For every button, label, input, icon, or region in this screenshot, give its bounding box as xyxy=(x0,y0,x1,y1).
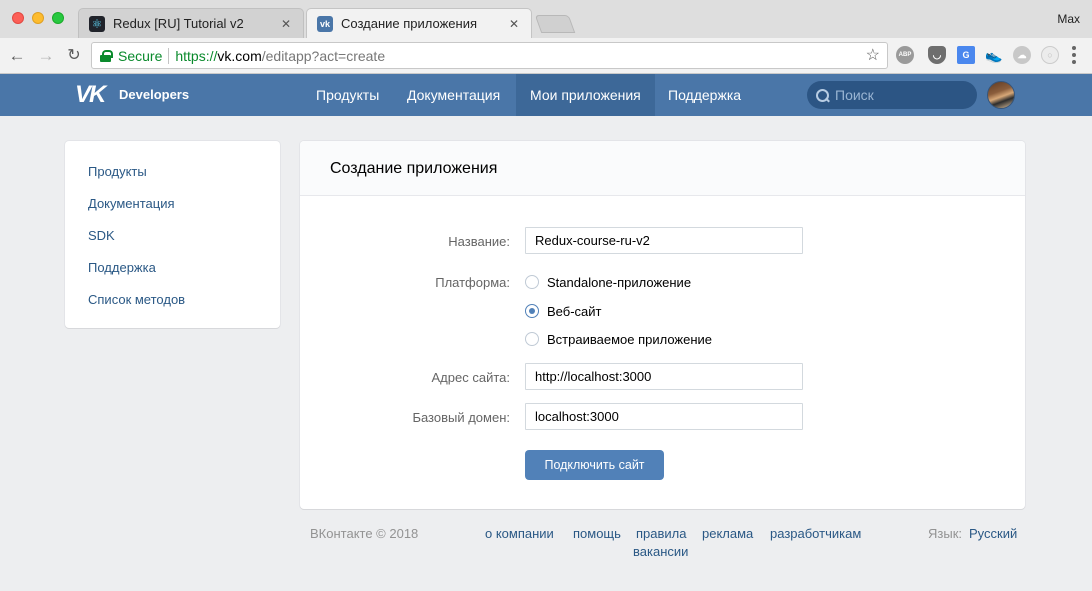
cloud-extension-icon[interactable]: ☁ xyxy=(1013,46,1031,64)
name-label: Название: xyxy=(448,234,510,249)
new-tab-button[interactable] xyxy=(534,15,576,33)
vk-favicon-icon: vk xyxy=(317,15,333,32)
sidebar-menu: Продукты Документация SDK Поддержка Спис… xyxy=(65,141,280,328)
language-label: Язык: xyxy=(928,526,962,541)
radio-button[interactable] xyxy=(525,275,539,289)
footer-link-developers[interactable]: разработчикам xyxy=(770,526,861,541)
platform-option-standalone[interactable]: Standalone-приложение xyxy=(525,273,691,291)
adblock-extension-icon[interactable]: ABP xyxy=(896,46,914,64)
footer-link-help[interactable]: помощь xyxy=(573,526,621,541)
browser-tab-bar: ⚛ Redux [RU] Tutorial v2 ✕ vk Создание п… xyxy=(0,0,1092,38)
developers-brand-link[interactable]: Developers xyxy=(119,87,189,102)
close-window-button[interactable] xyxy=(12,12,24,24)
sidebar-item-products[interactable]: Продукты xyxy=(65,162,280,194)
sidebar-item-documentation[interactable]: Документация xyxy=(65,194,280,226)
url-host: vk.com xyxy=(217,47,262,64)
platform-option-label: Standalone-приложение xyxy=(547,274,692,290)
base-domain-input[interactable] xyxy=(525,403,803,430)
radio-button-selected[interactable] xyxy=(525,304,539,318)
platform-option-embedded[interactable]: Встраиваемое приложение xyxy=(525,330,712,348)
language-select-link[interactable]: Русский xyxy=(969,526,1017,541)
tab-title: Redux [RU] Tutorial v2 xyxy=(113,16,244,31)
footer-link-rules[interactable]: правила xyxy=(636,526,686,541)
tab-close-icon[interactable]: ✕ xyxy=(507,17,521,31)
panel-title: Создание приложения xyxy=(300,141,1025,196)
platform-option-label: Веб-сайт xyxy=(547,303,602,319)
connect-site-button[interactable]: Подключить сайт xyxy=(525,450,664,480)
react-favicon-icon: ⚛ xyxy=(89,15,105,32)
browser-menu-icon[interactable] xyxy=(1072,46,1076,64)
browser-profile-name[interactable]: Max xyxy=(1057,12,1080,26)
minimize-window-button[interactable] xyxy=(32,12,44,24)
back-arrow-icon[interactable]: ← xyxy=(7,46,27,66)
sidebar-item-support[interactable]: Поддержка xyxy=(65,258,280,290)
header-nav-products[interactable]: Продукты xyxy=(302,74,393,116)
sidebar-item-methods-list[interactable]: Список методов xyxy=(65,290,280,322)
vk-logo-icon[interactable]: VK xyxy=(75,83,106,107)
header-search-input[interactable]: Поиск xyxy=(807,81,977,109)
search-placeholder: Поиск xyxy=(835,87,874,103)
search-icon xyxy=(816,88,829,102)
app-name-input[interactable] xyxy=(525,227,803,254)
header-nav-documentation[interactable]: Документация xyxy=(393,74,514,116)
lock-icon xyxy=(100,49,113,62)
browser-tab-redux[interactable]: ⚛ Redux [RU] Tutorial v2 ✕ xyxy=(78,8,304,38)
tab-title: Создание приложения xyxy=(341,16,477,31)
bookmark-star-icon[interactable]: ☆ xyxy=(866,45,880,65)
forward-arrow-icon[interactable]: → xyxy=(36,46,56,66)
platform-option-label: Встраиваемое приложение xyxy=(547,331,713,347)
footer-link-about[interactable]: о компании xyxy=(485,526,554,541)
user-avatar[interactable] xyxy=(987,81,1015,109)
footer-copyright: ВКонтакте © 2018 xyxy=(310,526,419,541)
platform-option-website[interactable]: Веб-сайт xyxy=(525,302,601,320)
round-extension-icon[interactable]: ○ xyxy=(1041,46,1059,64)
maximize-window-button[interactable] xyxy=(52,12,64,24)
reload-icon[interactable]: ↻ xyxy=(64,46,84,66)
site-address-label: Адрес сайта: xyxy=(431,370,510,385)
header-nav-support[interactable]: Поддержка xyxy=(654,74,755,116)
address-bar[interactable]: Secure https:// vk.com /editapp?act=crea… xyxy=(91,42,888,69)
platform-label: Платформа: xyxy=(435,275,510,290)
browser-tab-vk[interactable]: vk Создание приложения ✕ xyxy=(306,8,532,38)
url-path: /editapp?act=create xyxy=(261,47,386,64)
site-address-input[interactable] xyxy=(525,363,803,390)
secure-label: Secure xyxy=(118,47,163,64)
translate-extension-icon[interactable]: G xyxy=(957,46,975,64)
tab-close-icon[interactable]: ✕ xyxy=(279,17,293,31)
address-separator xyxy=(168,47,170,64)
url-scheme: https:// xyxy=(175,47,218,64)
pocket-extension-icon[interactable]: ◡ xyxy=(928,46,946,64)
shoe-extension-icon[interactable]: 👟 xyxy=(985,46,1003,64)
radio-button[interactable] xyxy=(525,332,539,346)
footer-link-jobs[interactable]: вакансии xyxy=(633,544,688,559)
header-nav-my-apps[interactable]: Мои приложения xyxy=(516,74,655,116)
base-domain-label: Базовый домен: xyxy=(412,410,510,425)
sidebar-item-sdk[interactable]: SDK xyxy=(65,226,280,258)
footer-link-ads[interactable]: реклама xyxy=(702,526,753,541)
browser-toolbar: ← → ↻ Secure https:// vk.com /editapp?ac… xyxy=(0,38,1092,74)
create-app-panel: Создание приложения Название: Платформа:… xyxy=(300,141,1025,509)
vk-header: VK Developers Продукты Документация Мои … xyxy=(0,74,1092,116)
